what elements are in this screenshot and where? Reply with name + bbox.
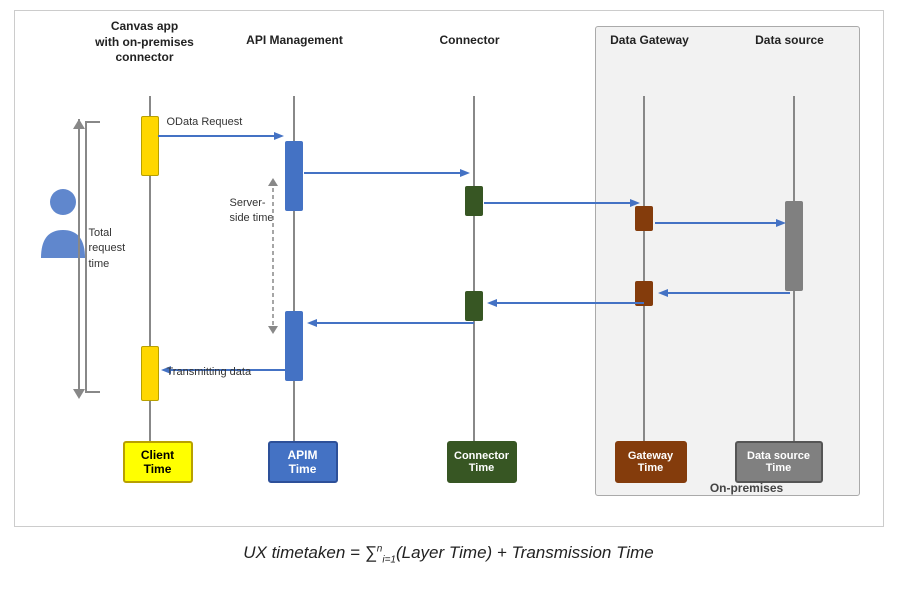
gateway-time-label: GatewayTime: [628, 450, 673, 474]
total-request-arrow-up: [70, 119, 88, 399]
arrow-connector-to-gateway: [484, 196, 644, 210]
canvas-block-top: [141, 116, 159, 176]
server-side-arrow: [265, 176, 281, 336]
formula-area: UX timetaken = ∑ni=1(Layer Time) + Trans…: [14, 527, 884, 582]
arrow-connector-to-apim: [304, 316, 474, 330]
arrow-gateway-to-connector: [484, 296, 644, 310]
odata-request-label: OData Request: [167, 116, 243, 128]
connector-line: [473, 96, 475, 441]
gateway-line: [643, 96, 645, 441]
apim-block-top: [285, 141, 303, 211]
connector-block-top: [465, 186, 483, 216]
data-gateway-label: Data Gateway: [605, 33, 695, 47]
diagram-area: Canvas appwith on-premisesconnector API …: [14, 10, 884, 527]
client-time-legend: Client Time: [123, 441, 193, 483]
connector-label: Connector: [430, 33, 510, 47]
connector-time-legend: ConnectorTime: [447, 441, 517, 483]
on-premises-label: On-premises: [642, 481, 852, 495]
datasource-time-label: Data sourceTime: [747, 450, 810, 474]
gateway-time-legend: GatewayTime: [615, 441, 687, 483]
datasource-time-legend: Data sourceTime: [735, 441, 823, 483]
arrow-datasource-to-gateway: [655, 286, 790, 300]
connector-time-label: ConnectorTime: [454, 450, 509, 474]
onprem-box: [595, 26, 860, 496]
total-request-time-label: Totalrequesttime: [89, 226, 126, 272]
datasource-block: [785, 201, 803, 291]
arrow-apim-to-connector: [304, 166, 474, 180]
client-time-label: Client Time: [129, 448, 187, 476]
canvas-app-label: Canvas appwith on-premisesconnector: [95, 19, 195, 66]
main-container: Canvas appwith on-premisesconnector API …: [0, 0, 897, 592]
arrow-canvas-to-apim: [158, 129, 288, 143]
formula-text: UX timetaken = ∑ni=1(Layer Time) + Trans…: [243, 543, 653, 565]
data-source-label: Data source: [745, 33, 835, 47]
apim-time-legend: APIM Time: [268, 441, 338, 483]
canvas-block-bottom: [141, 346, 159, 401]
transmitting-data-label: Transmitting data: [167, 366, 252, 378]
arrow-gateway-to-datasource: [655, 216, 790, 230]
apim-time-label: APIM Time: [274, 448, 332, 476]
api-management-label: API Management: [240, 33, 350, 47]
